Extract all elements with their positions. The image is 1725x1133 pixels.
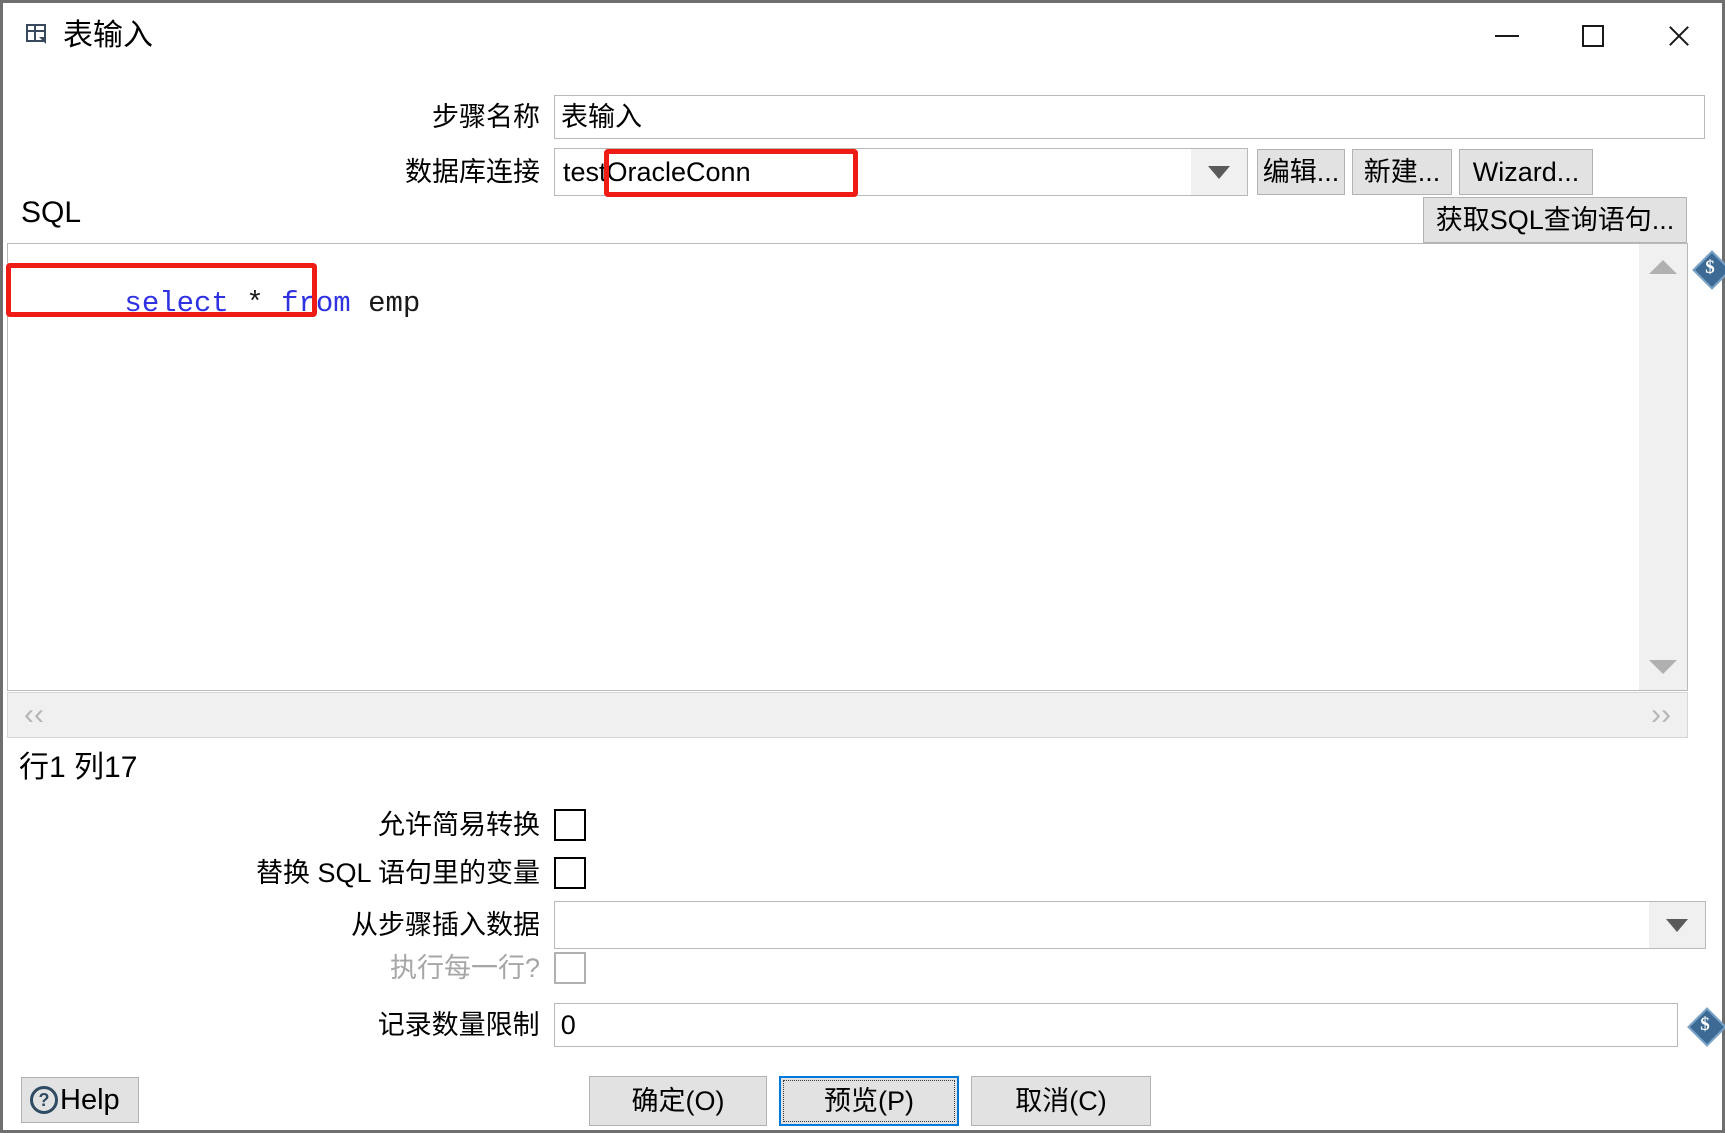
chevron-down-icon [1649, 660, 1677, 674]
minimize-icon [1495, 35, 1519, 37]
title-bar: 表输入 [3, 3, 1722, 69]
sql-variable-dollar-icon[interactable]: $ [1692, 250, 1725, 290]
sql-vertical-scrollbar[interactable] [1639, 244, 1687, 690]
db-connection-row: 数据库连接 testOracleConn 编辑... 新建... Wizard.… [3, 148, 1722, 196]
help-button-label: Help [60, 1083, 120, 1116]
sql-token-3: emp [350, 286, 421, 320]
help-button[interactable]: ? Help [21, 1077, 139, 1123]
table-input-dialog: 表输入 步骤名称 表输入 数据库连接 testOracleConn 编辑... [0, 0, 1725, 1133]
cancel-button[interactable]: 取消(C) [971, 1076, 1151, 1126]
close-button[interactable] [1636, 3, 1722, 69]
title-bar-left: 表输入 [3, 21, 1464, 51]
limit-size-input[interactable]: 0 [553, 1003, 1679, 1047]
minimize-button[interactable] [1464, 3, 1550, 69]
scroll-left-button[interactable]: ‹‹ [8, 700, 60, 730]
insert-data-from-step-row: 从步骤插入数据 [3, 901, 1722, 949]
allow-lazy-conversion-row: 允许简易转换 [3, 808, 1722, 842]
db-connection-value: testOracleConn [563, 156, 751, 187]
allow-lazy-conversion-checkbox[interactable] [554, 809, 586, 841]
limit-size-label: 记录数量限制 [377, 1009, 540, 1040]
sql-token-2: from [281, 286, 351, 320]
execute-for-each-row-checkbox [554, 952, 586, 984]
step-name-label: 步骤名称 [432, 101, 540, 132]
insert-data-from-step-combo[interactable] [554, 901, 1706, 949]
limit-size-variable-dollar-icon[interactable]: $ [1687, 1007, 1725, 1047]
table-input-icon [24, 21, 54, 51]
db-connection-combo[interactable]: testOracleConn [554, 148, 1248, 196]
question-circle-icon: ? [30, 1086, 58, 1114]
step-name-row: 步骤名称 表输入 [3, 95, 1722, 139]
close-icon [1666, 23, 1692, 49]
chevron-down-icon [1208, 165, 1230, 179]
step-name-input[interactable]: 表输入 [554, 95, 1705, 139]
window-title: 表输入 [63, 19, 153, 52]
db-connection-dropdown-button[interactable] [1191, 149, 1247, 195]
chevron-down-icon [1666, 918, 1688, 932]
scroll-up-button[interactable] [1639, 244, 1687, 290]
maximize-button[interactable] [1550, 3, 1636, 69]
edit-connection-button[interactable]: 编辑... [1257, 149, 1345, 195]
replace-variables-label: 替换 SQL 语句里的变量 [255, 857, 540, 888]
cursor-position-status: 行1 列17 [19, 751, 138, 784]
execute-for-each-row-label: 执行每一行? [389, 952, 540, 983]
scroll-down-button[interactable] [1639, 644, 1687, 690]
sql-horizontal-scrollbar[interactable]: ‹‹ ›› [7, 692, 1688, 738]
wizard-connection-button[interactable]: Wizard... [1459, 149, 1593, 195]
insert-data-from-step-label: 从步骤插入数据 [351, 909, 540, 940]
chevron-up-icon [1649, 260, 1677, 274]
db-connection-label: 数据库连接 [405, 156, 540, 187]
allow-lazy-conversion-label: 允许简易转换 [378, 809, 540, 840]
replace-variables-row: 替换 SQL 语句里的变量 [3, 856, 1722, 890]
maximize-icon [1582, 25, 1604, 47]
preview-button[interactable]: 预览(P) [779, 1076, 959, 1126]
execute-for-each-row-row: 执行每一行? [3, 951, 1722, 985]
get-sql-statement-button[interactable]: 获取SQL查询语句... [1423, 197, 1687, 243]
window-controls [1464, 3, 1722, 69]
sql-editor[interactable]: select * from emp [7, 243, 1688, 691]
insert-data-from-step-value [555, 902, 1649, 948]
replace-variables-checkbox[interactable] [554, 857, 586, 889]
sql-token-1: * [228, 286, 282, 320]
ok-button[interactable]: 确定(O) [589, 1076, 767, 1126]
sql-token-0: select [124, 286, 229, 320]
new-connection-button[interactable]: 新建... [1352, 149, 1452, 195]
scroll-right-button[interactable]: ›› [1635, 700, 1687, 730]
insert-data-from-step-dropdown-button[interactable] [1649, 902, 1705, 948]
limit-size-row: 记录数量限制 0 $ [3, 1003, 1725, 1047]
sql-section-label: SQL [21, 196, 82, 229]
sql-text: select * from emp [20, 252, 420, 356]
